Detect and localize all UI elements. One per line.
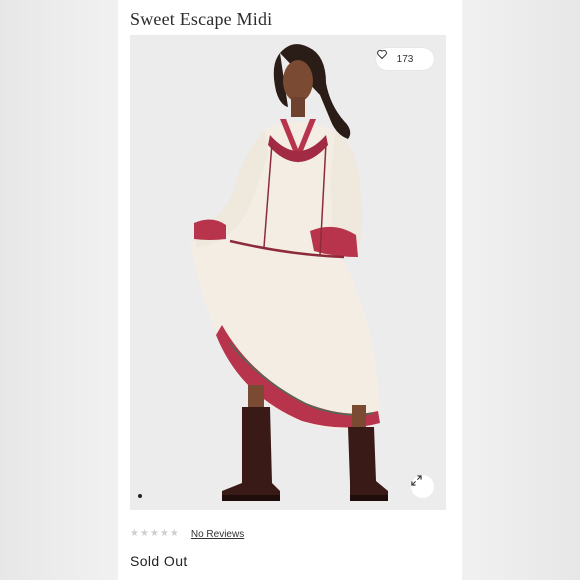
background-right [462, 0, 580, 580]
like-count: 173 [396, 53, 414, 65]
product-image[interactable]: 173 [130, 35, 446, 510]
model-wearing-dress-illustration [190, 44, 388, 501]
expand-icon [411, 475, 422, 486]
reviews-link[interactable]: No Reviews [191, 529, 244, 540]
star-icon: ★ [169, 528, 179, 539]
background-left [0, 0, 118, 580]
expand-image-button[interactable] [411, 475, 434, 498]
product-title: Sweet Escape Midi [130, 9, 273, 29]
availability-status: Sold Out [130, 553, 188, 569]
product-card: Sweet Escape Midi 173 ★ ★ ★ ★ ★ No Revie… [118, 0, 462, 580]
star-icon: ★ [149, 528, 159, 539]
heart-icon [377, 49, 387, 60]
like-button[interactable]: 173 [376, 48, 434, 70]
rating-row: ★ ★ ★ ★ ★ No Reviews [130, 527, 244, 541]
star-icon: ★ [139, 528, 149, 539]
star-icon: ★ [159, 528, 169, 539]
carousel-indicator-dot[interactable] [138, 494, 142, 498]
star-rating: ★ ★ ★ ★ ★ [130, 529, 179, 539]
star-icon: ★ [130, 528, 139, 539]
